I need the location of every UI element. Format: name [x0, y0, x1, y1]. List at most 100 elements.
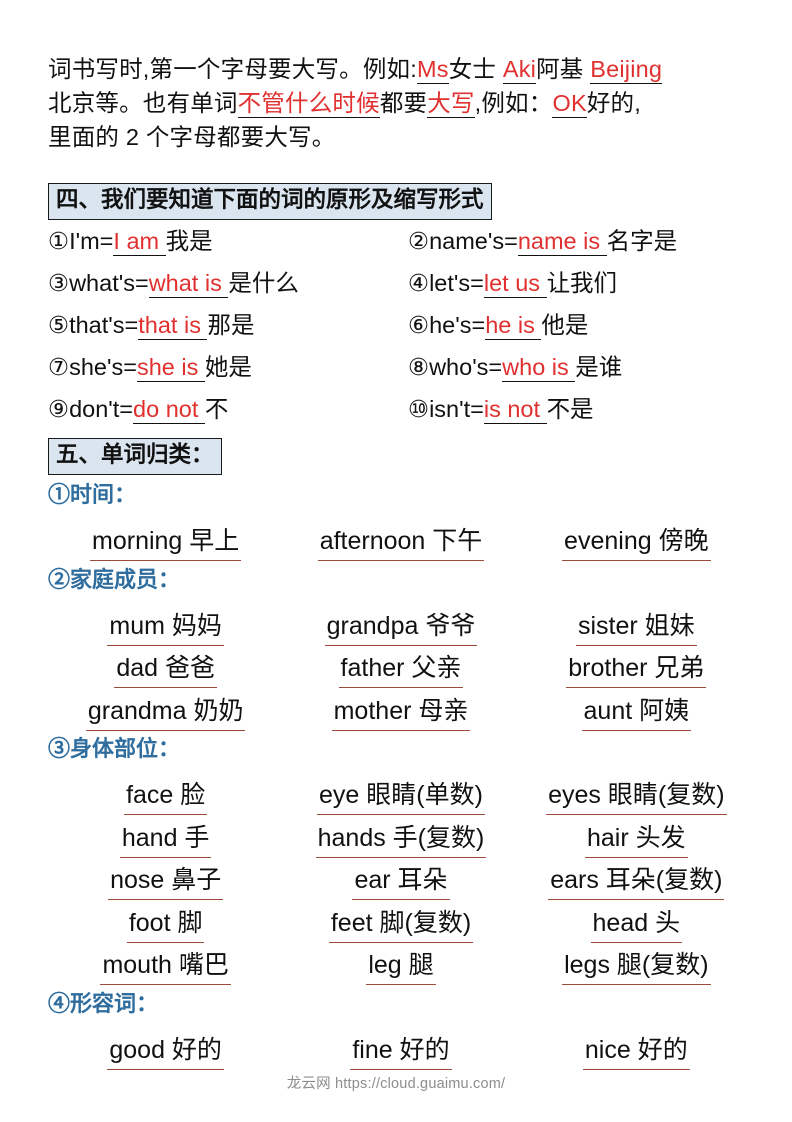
intro-line2-text-a: 北京等。也有单词 [48, 90, 238, 116]
contraction-index: ① [48, 228, 70, 254]
word-category-label: ②家庭成员： [48, 566, 181, 593]
intro-line2-text-d: 好的, [586, 90, 641, 116]
contraction-translation: 是什么 [228, 270, 299, 296]
contraction-item: ⑦she's=she is 她是 [48, 352, 408, 382]
contraction-item: ⑩isn't=is not 不是 [408, 394, 748, 424]
word-row: mouth 嘴巴 leg 腿 legs 腿(复数) [48, 944, 754, 987]
watermark: 龙云网 https://cloud.guaimu.com/ [286, 1076, 506, 1092]
word-entry-text: father 父亲 [338, 651, 464, 688]
word-entry: face 脸 [48, 774, 283, 817]
word-row: hand 手 hands 手(复数) hair 头发 [48, 817, 754, 860]
word-entry-text: mother 母亲 [331, 694, 471, 731]
contraction-short-form: that's= [69, 312, 139, 338]
word-row: mum 妈妈 grandpa 爷爷 sister 姐妹 [48, 605, 754, 648]
highlight-capitalize: 大写 [427, 90, 475, 118]
word-entry-text: fine 好的 [350, 1033, 452, 1070]
contraction-row: ①I'm=I am 我是 ②name's=name is 名字是 [48, 226, 748, 268]
intro-line1-text-c: 阿基 [536, 56, 584, 82]
contraction-item: ⑨don't=do not 不 [48, 394, 408, 424]
word-entry-text: afternoon 下午 [317, 524, 485, 561]
contraction-full-form: I am [113, 228, 166, 256]
word-entry-text: grandpa 爷爷 [324, 609, 478, 646]
contraction-short-form: I'm= [69, 228, 114, 254]
word-entry: mum 妈妈 [48, 605, 283, 648]
contraction-index: ⑥ [408, 312, 430, 338]
contraction-full-form: is not [483, 396, 547, 424]
word-entry-text: evening 傍晚 [562, 524, 711, 561]
word-row: grandma 奶奶 mother 母亲 aunt 阿姨 [48, 690, 754, 733]
example-word-ok: OK [552, 90, 587, 118]
contraction-translation: 她是 [204, 354, 252, 380]
word-entry: nose 鼻子 [48, 859, 283, 902]
word-entry-text: sister 姐妹 [575, 609, 697, 646]
word-row: morning 早上 afternoon 下午 evening 傍晚 [48, 520, 754, 563]
contraction-translation: 是谁 [575, 354, 623, 380]
contraction-translation: 不 [204, 396, 229, 422]
word-entry: nice 好的 [519, 1029, 754, 1072]
word-entry: ear 耳朵 [283, 859, 518, 902]
word-grid: face 脸 eye 眼睛(单数) eyes 眼睛(复数) hand 手 hands 手… [48, 774, 754, 987]
word-entry: leg 腿 [283, 944, 518, 987]
intro-line2-text-c: ,例如： [474, 90, 553, 116]
contraction-index: ② [408, 228, 430, 254]
word-entry: fine 好的 [283, 1029, 518, 1072]
intro-line-3: 里面的 2 个字母都要大写。 [48, 124, 336, 150]
word-entry: dad 爸爸 [48, 647, 283, 690]
word-entry-text: eye 眼睛(单数) [317, 778, 485, 815]
contraction-index: ⑤ [48, 312, 70, 338]
contraction-full-form: do not [133, 396, 205, 424]
contraction-row: ⑨don't=do not 不 ⑩isn't=is not 不是 [48, 394, 748, 436]
contraction-translation: 那是 [207, 312, 255, 338]
contraction-row: ③what's=what is 是什么 ④let's=let us 让我们 [48, 268, 748, 310]
example-word-beijing: Beijing [590, 56, 663, 84]
contraction-item: ③what's=what is 是什么 [48, 268, 408, 298]
contraction-index: ⑦ [48, 354, 70, 380]
word-entry: grandma 奶奶 [48, 690, 283, 733]
word-entry: hand 手 [48, 817, 283, 860]
word-entry-text: ear 耳朵 [352, 863, 450, 900]
contraction-row: ⑦she's=she is 她是 ⑧who's=who is 是谁 [48, 352, 748, 394]
word-entry: father 父亲 [283, 647, 518, 690]
word-grid: morning 早上 afternoon 下午 evening 傍晚 [48, 520, 754, 563]
word-row: good 好的 fine 好的 nice 好的 [48, 1029, 754, 1072]
word-entry: hair 头发 [519, 817, 754, 860]
intro-line-2: 北京等。也有单词不管什么时候都要大写,例如：OK好的, [48, 86, 754, 120]
contraction-item: ⑥he's=he is 他是 [408, 310, 748, 340]
word-row: foot 脚 feet 脚(复数) head 头 [48, 902, 754, 945]
word-entry: mouth 嘴巴 [48, 944, 283, 987]
word-entry-text: nose 鼻子 [108, 863, 224, 900]
contraction-row: ⑤that's=that is 那是 ⑥he's=he is 他是 [48, 310, 748, 352]
word-entry: morning 早上 [48, 520, 283, 563]
contraction-short-form: isn't= [429, 396, 484, 422]
contraction-translation: 让我们 [546, 270, 618, 296]
example-word-aki: Aki [502, 56, 537, 84]
word-entry: good 好的 [48, 1029, 283, 1072]
contraction-short-form: she's= [69, 354, 137, 380]
word-row: dad 爸爸 father 父亲 brother 兄弟 [48, 647, 754, 690]
word-grid: mum 妈妈 grandpa 爷爷 sister 姐妹 dad 爸爸 father 父亲… [48, 605, 754, 733]
intro-line1-text-a: 词书写时,第一个字母要大写。例如: [48, 56, 417, 82]
word-entry: eye 眼睛(单数) [283, 774, 518, 817]
worksheet-page: 词书写时,第一个字母要大写。例如:Ms女士 Aki阿基 Beijing 北京等。… [0, 0, 792, 1122]
word-entry: mother 母亲 [283, 690, 518, 733]
intro-line2-text-b: 都要 [379, 90, 428, 116]
word-category-label: ①时间： [48, 482, 137, 508]
contraction-short-form: who's= [429, 354, 503, 380]
example-word-ms: Ms [416, 56, 449, 84]
contraction-short-form: what's= [69, 270, 149, 296]
contraction-full-form: that is [138, 312, 208, 340]
contraction-item: ①I'm=I am 我是 [48, 226, 408, 256]
word-entry-text: grandma 奶奶 [85, 694, 246, 731]
word-entry-text: hair 头发 [585, 821, 688, 858]
word-entry-text: morning 早上 [90, 524, 242, 561]
word-entry-text: aunt 阿姨 [581, 694, 692, 731]
section-heading-four: 四、我们要知道下面的词的原形及缩写形式 [48, 183, 492, 220]
contraction-translation: 我是 [165, 228, 213, 254]
contraction-item: ②name's=name is 名字是 [408, 226, 748, 256]
word-entry-text: mouth 嘴巴 [100, 948, 231, 985]
word-entry-text: hands 手(复数) [315, 821, 487, 858]
word-entry-text: foot 脚 [126, 906, 205, 943]
word-entry: afternoon 下午 [283, 520, 518, 563]
contraction-index: ⑧ [408, 354, 430, 380]
word-entry: ears 耳朵(复数) [519, 859, 754, 902]
